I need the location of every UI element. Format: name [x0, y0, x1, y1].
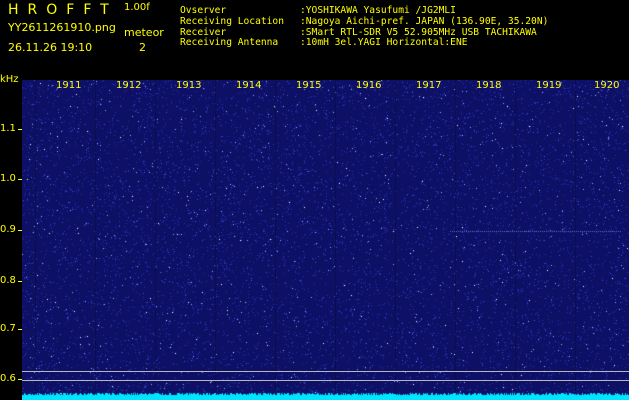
x-tick-label: 1918: [476, 80, 502, 91]
info-value: :10mH 3el.YAGI Horizontal:ENE: [300, 37, 468, 49]
info-row-location: Receiving Location :Nagoya Aichi-pref. J…: [180, 15, 549, 28]
info-row-antenna: Receiving Antenna :10mH 3el.YAGI Horizon…: [180, 38, 548, 49]
spectrogram-canvas: [22, 80, 629, 400]
x-tick-label: 1911: [56, 80, 82, 91]
x-tick-label: 1914: [236, 80, 262, 91]
meteor-count-value: 2: [139, 41, 146, 54]
x-tick-label: 1915: [296, 80, 322, 91]
y-tick: [18, 329, 22, 330]
x-tick-label: 1917: [416, 80, 442, 91]
reference-line: [22, 380, 629, 381]
y-axis-unit: kHz: [0, 74, 19, 85]
y-tick-label: 1.1: [0, 123, 16, 134]
x-tick-label: 1916: [356, 80, 382, 91]
datetime-label: 26.11.26 19:10: [8, 41, 93, 54]
x-tick-label: 1913: [176, 80, 202, 91]
y-tick: [18, 230, 22, 231]
y-tick-label: 0.7: [0, 323, 16, 334]
version-label: 1.00f: [124, 2, 150, 13]
y-tick-label: 0.9: [0, 224, 16, 235]
reference-line: [22, 371, 629, 372]
y-tick-label: 0.8: [0, 275, 16, 286]
x-tick-label: 1919: [536, 80, 562, 91]
x-tick-label: 1920: [594, 80, 620, 91]
info-label: Receiving Antenna: [180, 37, 279, 49]
meteor-count-label: meteor: [124, 26, 164, 39]
spectrogram-area: [22, 80, 629, 400]
info-value: :Nagoya Aichi-pref. JAPAN (136.90E, 35.2…: [300, 15, 549, 27]
y-tick: [18, 281, 22, 282]
y-tick: [18, 129, 22, 130]
app-title: HROFFT: [8, 2, 118, 18]
x-tick-label: 1912: [116, 80, 142, 91]
y-tick-label: 0.6: [0, 373, 16, 384]
filename-label: YY2611261910.png: [8, 21, 116, 34]
info-label: Receiving Location: [180, 15, 284, 27]
station-info: Ovserver :YOSHIKAWA Yasufumi /JG2MLI Rec…: [180, 5, 549, 49]
y-tick-label: 1.0: [0, 173, 16, 184]
y-tick: [18, 179, 22, 180]
